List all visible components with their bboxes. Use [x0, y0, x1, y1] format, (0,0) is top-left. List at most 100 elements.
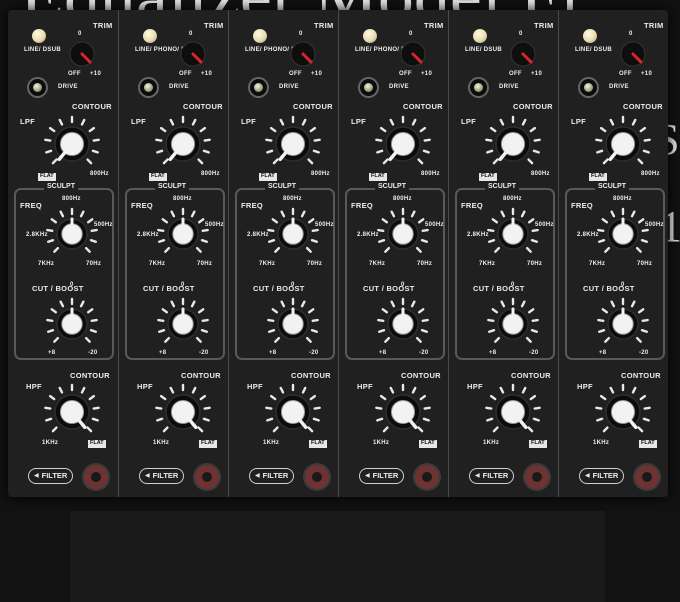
- trim-max-label: +10: [641, 71, 653, 77]
- lpf-freq-label: 800Hz: [641, 171, 660, 177]
- hpf-freq-label: 1KHz: [263, 440, 280, 446]
- filter-button[interactable]: ◀ FILTER: [359, 468, 405, 484]
- filter-indicator-lamp: [635, 465, 659, 489]
- input-select-label: LINE/ PHONO/ DSUB: [355, 47, 420, 53]
- hpf-knob[interactable]: [482, 381, 544, 443]
- lpf-knob[interactable]: [592, 113, 654, 175]
- freq-knob[interactable]: [264, 205, 322, 263]
- drive-label: DRIVE: [58, 84, 78, 90]
- freq-top-label: 800Hz: [62, 196, 81, 202]
- freq-top-label: 800Hz: [393, 196, 412, 202]
- hpf-flat-label: FLAT: [88, 440, 106, 448]
- input-led[interactable]: [32, 29, 46, 43]
- freq-knob[interactable]: [594, 205, 652, 263]
- input-led[interactable]: [143, 29, 157, 43]
- filter-button-label: FILTER: [592, 471, 619, 480]
- lpf-freq-label: 800Hz: [531, 171, 550, 177]
- cut-boost-zero-label: 0: [181, 282, 185, 288]
- sculpt-label: SCULPT: [375, 183, 409, 190]
- filter-indicator-lamp: [195, 465, 219, 489]
- filter-button[interactable]: ◀ FILTER: [28, 468, 74, 484]
- play-left-icon: ◀: [475, 472, 480, 479]
- play-left-icon: ◀: [34, 472, 39, 479]
- hpf-label: HPF: [247, 382, 263, 391]
- drive-label: DRIVE: [169, 84, 189, 90]
- channel-strip-3: TRIM 0 LINE/ PHONO/ DSUB OFF +10 DRIVE CONTOUR…: [228, 10, 338, 497]
- lpf-contour-label: CONTOUR: [72, 102, 112, 111]
- lpf-knob[interactable]: [482, 113, 544, 175]
- freq-bl-label: 7KHz: [479, 261, 496, 267]
- freq-top-label: 800Hz: [503, 196, 522, 202]
- cut-boost-zero-label: 0: [70, 282, 74, 288]
- lpf-knob[interactable]: [372, 113, 434, 175]
- hpf-knob[interactable]: [372, 381, 434, 443]
- freq-knob[interactable]: [484, 205, 542, 263]
- play-left-icon: ◀: [585, 472, 590, 479]
- lpf-flat-label: FLAT: [149, 173, 167, 181]
- drive-button[interactable]: [140, 79, 157, 96]
- freq-br-label: 70Hz: [527, 261, 543, 267]
- lpf-freq-label: 800Hz: [421, 171, 440, 177]
- lpf-flat-label: FLAT: [259, 173, 277, 181]
- cut-boost-right-label: -20: [639, 350, 649, 356]
- lpf-knob[interactable]: [41, 113, 103, 175]
- hpf-knob[interactable]: [592, 381, 654, 443]
- input-led[interactable]: [473, 29, 487, 43]
- hpf-knob[interactable]: [152, 381, 214, 443]
- cut-boost-right-label: -20: [419, 350, 429, 356]
- hpf-knob[interactable]: [41, 381, 103, 443]
- cut-boost-knob[interactable]: [43, 295, 101, 353]
- filter-button-label: FILTER: [41, 471, 68, 480]
- hpf-flat-label: FLAT: [309, 440, 327, 448]
- hpf-label: HPF: [577, 382, 593, 391]
- freq-br-label: 70Hz: [86, 261, 102, 267]
- equalizer-rack: TRIM 0 LINE/ DSUB OFF +10 DRIVE CONTOUR LPF 800H…: [8, 10, 668, 497]
- cut-boost-label: CUT / BOOST: [253, 284, 305, 293]
- hpf-label: HPF: [137, 382, 153, 391]
- trim-off-label: OFF: [179, 71, 192, 77]
- drive-label: DRIVE: [279, 84, 299, 90]
- input-led[interactable]: [253, 29, 267, 43]
- drive-button[interactable]: [580, 79, 597, 96]
- cut-boost-right-label: -20: [309, 350, 319, 356]
- drive-button[interactable]: [29, 79, 46, 96]
- play-left-icon: ◀: [365, 472, 370, 479]
- hpf-flat-label: FLAT: [199, 440, 217, 448]
- cut-boost-knob[interactable]: [594, 295, 652, 353]
- lpf-contour-label: CONTOUR: [293, 102, 333, 111]
- lpf-knob[interactable]: [152, 113, 214, 175]
- hpf-knob[interactable]: [262, 381, 324, 443]
- drive-label: DRIVE: [389, 84, 409, 90]
- trim-off-label: OFF: [68, 71, 81, 77]
- cut-boost-knob[interactable]: [484, 295, 542, 353]
- hpf-contour-label: CONTOUR: [621, 371, 661, 380]
- lpf-knob[interactable]: [262, 113, 324, 175]
- filter-button[interactable]: ◀ FILTER: [469, 468, 515, 484]
- freq-knob[interactable]: [374, 205, 432, 263]
- freq-br-label: 70Hz: [307, 261, 323, 267]
- cut-boost-left-label: +8: [48, 350, 56, 356]
- filter-button[interactable]: ◀ FILTER: [139, 468, 185, 484]
- cut-boost-knob[interactable]: [264, 295, 322, 353]
- freq-bl-label: 7KHz: [38, 261, 55, 267]
- cut-boost-zero-label: 0: [401, 282, 405, 288]
- cut-boost-knob[interactable]: [374, 295, 432, 353]
- freq-top-label: 800Hz: [283, 196, 302, 202]
- drive-button[interactable]: [470, 79, 487, 96]
- hpf-contour-label: CONTOUR: [511, 371, 551, 380]
- filter-button[interactable]: ◀ FILTER: [249, 468, 295, 484]
- filter-button[interactable]: ◀ FILTER: [579, 468, 625, 484]
- freq-knob[interactable]: [43, 205, 101, 263]
- drive-button[interactable]: [360, 79, 377, 96]
- filter-indicator-lamp: [84, 465, 108, 489]
- input-led[interactable]: [583, 29, 597, 43]
- drive-button[interactable]: [250, 79, 267, 96]
- freq-knob[interactable]: [154, 205, 212, 263]
- cut-boost-knob[interactable]: [154, 295, 212, 353]
- input-select-label: LINE/ DSUB: [465, 47, 503, 53]
- input-led[interactable]: [363, 29, 377, 43]
- lpf-contour-label: CONTOUR: [403, 102, 443, 111]
- freq-label: FREQ: [351, 201, 374, 210]
- cut-boost-right-label: -20: [88, 350, 98, 356]
- cut-boost-left-label: +8: [159, 350, 167, 356]
